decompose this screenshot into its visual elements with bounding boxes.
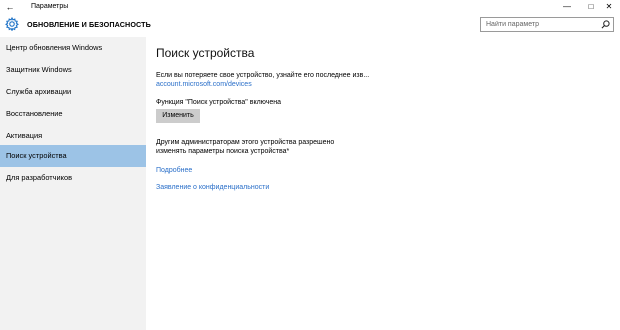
- settings-header: ОБНОВЛЕНИЕ И БЕЗОПАСНОСТЬ: [0, 14, 620, 35]
- sidebar-item-recovery[interactable]: Восстановление: [0, 103, 146, 125]
- close-button[interactable]: ✕: [602, 1, 616, 13]
- feature-status-text: Функция "Поиск устройства" включена: [156, 99, 282, 106]
- section-title: ОБНОВЛЕНИЕ И БЕЗОПАСНОСТЬ: [27, 20, 151, 29]
- window-title: Параметры: [31, 3, 69, 10]
- change-button[interactable]: Изменить: [156, 109, 200, 123]
- account-devices-link[interactable]: account.microsoft.com/devices: [156, 80, 252, 89]
- admin-text-line1: Другим администраторам этого устройства …: [156, 139, 335, 146]
- sidebar-item-activation[interactable]: Активация: [0, 125, 146, 147]
- search-input[interactable]: [481, 18, 599, 31]
- sidebar: Центр обновления Windows Защитник Window…: [0, 37, 146, 330]
- main-content: Поиск устройства Если вы потеряете свое …: [146, 37, 620, 330]
- search-box[interactable]: [480, 17, 614, 32]
- learn-more-link[interactable]: Подробнее: [156, 166, 192, 175]
- sidebar-item-windows-update[interactable]: Центр обновления Windows: [0, 37, 146, 59]
- admin-text-line2: изменять параметры поиска устройства*: [156, 148, 290, 155]
- sidebar-item-backup[interactable]: Служба архивации: [0, 81, 146, 103]
- page-title: Поиск устройства: [156, 46, 255, 60]
- search-icon[interactable]: [601, 20, 610, 29]
- sidebar-item-windows-defender[interactable]: Защитник Windows: [0, 59, 146, 81]
- title-bar: ← Параметры — □ ✕: [0, 0, 620, 14]
- privacy-statement-link[interactable]: Заявление о конфиденциальности: [156, 183, 269, 192]
- sidebar-item-for-developers[interactable]: Для разработчиков: [0, 167, 146, 189]
- minimize-button[interactable]: —: [560, 1, 574, 13]
- maximize-button[interactable]: □: [584, 1, 598, 13]
- gear-icon: [5, 17, 19, 31]
- sidebar-item-find-my-device[interactable]: Поиск устройства: [0, 145, 146, 167]
- lost-device-text: Если вы потеряете свое устройство, узнай…: [156, 72, 370, 79]
- back-button[interactable]: ←: [4, 1, 16, 13]
